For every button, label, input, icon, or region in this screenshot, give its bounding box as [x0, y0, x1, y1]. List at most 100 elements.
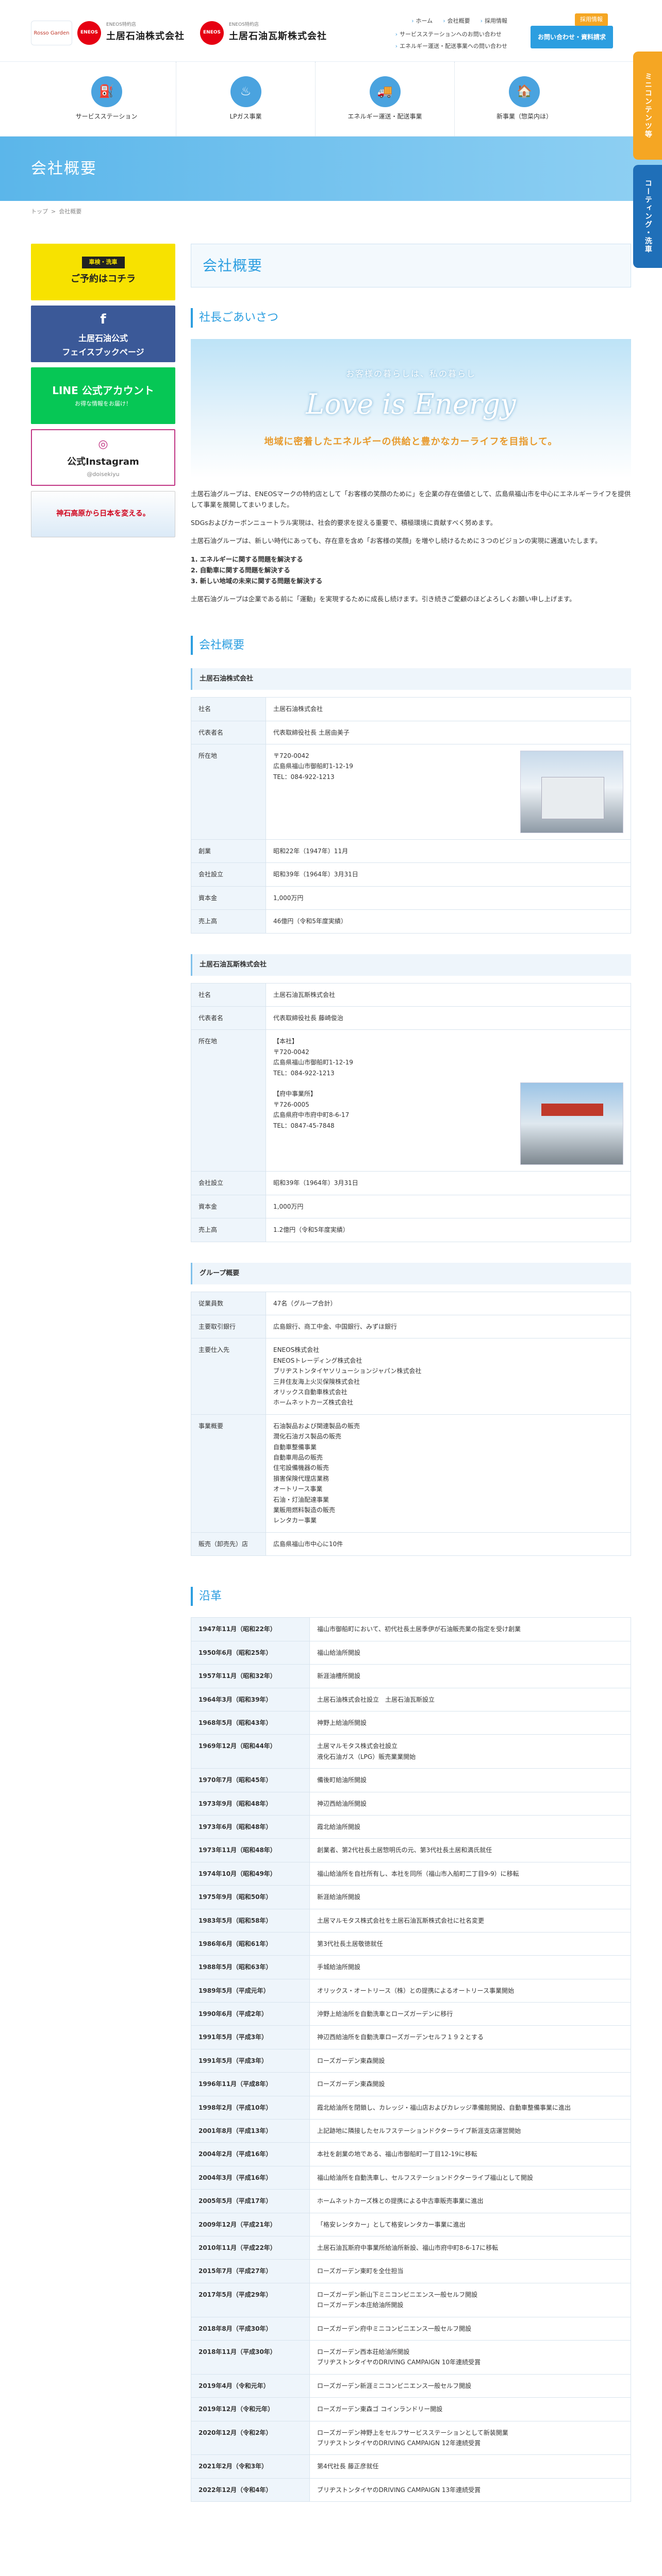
- history-date: 1983年5月（昭和58年）: [191, 1908, 310, 1933]
- history-event: オリックス・オートリース（株）との提携によるオートリース事業開始: [309, 1978, 631, 2003]
- header-link-delivery-contact[interactable]: エネルギー運送・配送事業への問い合わせ: [395, 42, 507, 52]
- breadcrumb-home[interactable]: トップ: [31, 208, 48, 215]
- recruit-button[interactable]: 採用情報: [575, 13, 608, 26]
- history-date: 2009年12月（平成21年）: [191, 2212, 310, 2237]
- history-heading: 沿革: [191, 1587, 631, 1606]
- history-event: 福山給油所を自動洗車し、セルフステーションドクターライブ福山として開設: [309, 2165, 631, 2190]
- history-date: 2018年11月（平成30年）: [191, 2340, 310, 2375]
- history-date: 1986年6月（昭和61年）: [191, 1931, 310, 1956]
- greeting-paragraph: 土居石油グループは、新しい時代にあっても、存在意を含め「お客様の笑顔」を増やし続…: [191, 537, 602, 545]
- breadcrumb-current: 会社概要: [59, 208, 82, 215]
- vision-item: 3. 新しい地域の未来に関する問題を解決する: [191, 577, 323, 585]
- overview-heading: 会社概要: [191, 635, 631, 655]
- header-link-home[interactable]: ホーム: [411, 16, 433, 26]
- history-row: 1983年5月（昭和58年） 土居マルモタス株式会社を土居石油瓦斯株式会社に社名変…: [191, 1908, 631, 1933]
- history-row: 2004年3月（平成16年） 福山給油所を自動洗車し、セルフステーションドクターラ…: [191, 2165, 631, 2190]
- table-row: 代表者名 代表取締役社長 土居由美子: [191, 720, 631, 744]
- rosso-garden-logo[interactable]: Rosso Garden: [31, 21, 72, 45]
- page-title-band: 会社概要: [0, 137, 662, 201]
- brand-sub-label: ENEOS特約店: [106, 22, 136, 28]
- history-event: 福山給油所開設: [309, 1640, 631, 1665]
- history-event: 創業者、第2代社長土居惣明氏の元、第3代社長土居和満氏就任: [309, 1838, 631, 1862]
- brand-sub-label: ENEOS特約店: [229, 22, 259, 28]
- history-event: 新涯油槽所開設: [309, 1664, 631, 1688]
- table-cell: 1,000万円: [266, 1194, 631, 1219]
- nav-service-station[interactable]: ⛽ サービスステーション: [37, 62, 176, 136]
- house-icon: 🏠: [509, 76, 540, 107]
- table-row: 会社設立 昭和39年（1964年）3月31日: [191, 862, 631, 887]
- table-header-cell: 主要取引銀行: [191, 1315, 266, 1339]
- company1-table: 社名 土居石油株式会社 代表者名 代表取締役社長 土居由美子 所在地 〒720-004…: [191, 697, 631, 934]
- history-event: 福山市御船町において、初代社長土居季伊が石油販売業の指定を受け創業: [309, 1617, 631, 1641]
- history-row: 1988年5月（昭和63年） 手城給油所開設: [191, 1955, 631, 1979]
- breadcrumb: トップ > 会社概要: [0, 201, 662, 223]
- contact-button[interactable]: お問い合わせ・資料請求: [531, 26, 613, 48]
- history-date: 1957年11月（昭和32年）: [191, 1664, 310, 1688]
- header-link-recruit[interactable]: 採用情報: [481, 16, 507, 26]
- nav-label: 新事業（惣菜内ほ）: [496, 112, 552, 120]
- brand-doi-sekiyu[interactable]: ENEOS特約店 土居石油株式会社: [106, 21, 185, 45]
- banner-label: 土居石油公式: [78, 333, 128, 343]
- table-cell: 土居石油瓦斯株式会社: [266, 982, 631, 1007]
- table-row: 創業 昭和22年（1947年）11月: [191, 839, 631, 863]
- table-header-cell: 代表者名: [191, 1006, 266, 1030]
- hero-image: お客様の暮らしは、私の暮らし Love is Energy 地域に密着したエネル…: [191, 338, 631, 478]
- sidebar: 車検・洗車 ご予約はコチラ f 土居石油公式 フェイスブックページ LINE 公…: [31, 243, 175, 2502]
- history-event: 霞北給油所開設: [309, 1815, 631, 1839]
- brand-doi-sekiyu-gas[interactable]: ENEOS特約店 土居石油瓦斯株式会社: [229, 21, 327, 45]
- history-date: 1990年6月（平成2年）: [191, 2002, 310, 2026]
- nav-energy-delivery[interactable]: 🚚 エネルギー運送・配送事業: [316, 62, 455, 136]
- facebook-banner[interactable]: f 土居石油公式 フェイスブックページ: [31, 305, 175, 362]
- header-link-ss-contact[interactable]: サービスステーションへのお問い合わせ: [395, 30, 507, 40]
- table-row: 代表者名 代表取締役社長 藤崎俊治: [191, 1006, 631, 1030]
- history-event: ローズガーデン新山下ミニコンビニエンス一般セルフ開設 ローズガーデン本庄給油所開…: [309, 2282, 631, 2317]
- address-text: 【本社】 〒720-0042 広島県福山市御船町1-12-19 TEL：084-…: [273, 1038, 353, 1129]
- table-row: 販売（卸売先）店 広島県福山市中心に10件: [191, 1532, 631, 1556]
- jinseki-banner[interactable]: 神石高原から日本を変える。: [31, 490, 175, 537]
- group-table: 従業員数 47名（グループ合計） 主要取引銀行 広島銀行、商工中金、中国銀行、みずほ…: [191, 1291, 631, 1556]
- history-event: ローズガーデン神野上をセルフサービスステーションとして新装開業 ブリヂストンタイ…: [309, 2420, 631, 2455]
- content-wrapper: 車検・洗車 ご予約はコチラ f 土居石油公式 フェイスブックページ LINE 公…: [0, 223, 662, 2533]
- table-row: 従業員数 47名（グループ合計）: [191, 1291, 631, 1316]
- nav-new-business[interactable]: 🏠 新事業（惣菜内ほ）: [455, 62, 594, 136]
- history-date: 1973年6月（昭和48年）: [191, 1815, 310, 1839]
- table-header-cell: 会社設立: [191, 862, 266, 887]
- site-header: Rosso Garden ENEOS ENEOS特約店 土居石油株式会社 ENE…: [0, 0, 662, 268]
- history-date: 1975年9月（昭和50年）: [191, 1885, 310, 1909]
- global-nav: ⛽ サービスステーション ♨ LPガス事業 🚚 エネルギー運送・配送事業 🏠 新…: [0, 62, 662, 137]
- side-tab-coating[interactable]: コーティング・洗車: [633, 165, 662, 268]
- history-date: 1974年10月（昭和49年）: [191, 1861, 310, 1886]
- table-row: 所在地 【本社】 〒720-0042 広島県福山市御船町1-12-19 TEL：0…: [191, 1029, 631, 1172]
- history-row: 1996年11月（平成8年） ローズガーデン東森開設: [191, 2072, 631, 2096]
- table-cell: 47名（グループ合計）: [266, 1291, 631, 1316]
- table-header-cell: 売上高: [191, 909, 266, 934]
- table-header-cell: 売上高: [191, 1218, 266, 1242]
- header-link-company[interactable]: 会社概要: [443, 16, 470, 26]
- reservation-banner[interactable]: 車検・洗車 ご予約はコチラ: [31, 243, 175, 300]
- history-date: 1991年5月（平成3年）: [191, 2048, 310, 2073]
- nav-lpg[interactable]: ♨ LPガス事業: [176, 62, 316, 136]
- hero-main: Love is Energy: [306, 388, 516, 421]
- table-cell: 46億円（令和5年度実績）: [266, 909, 631, 934]
- table-cell: 代表取締役社長 土居由美子: [266, 720, 631, 744]
- line-banner[interactable]: LINE 公式アカウント お得な情報をお届け！: [31, 367, 175, 424]
- history-event: ブリヂストンタイヤのDRIVING CAMPAIGN 13年連続受賞: [309, 2478, 631, 2502]
- table-cell: 土居石油株式会社: [266, 697, 631, 721]
- group-heading: グループ概要: [191, 1262, 631, 1284]
- history-event: 神野上給油所開設: [309, 1711, 631, 1735]
- history-date: 1969年12月（昭和44年）: [191, 1734, 310, 1769]
- eneos-logo-icon: ENEOS: [200, 21, 224, 45]
- history-row: 1974年10月（昭和49年） 福山給油所を自社所有し、本社を同所（福山市入船町二…: [191, 1861, 631, 1886]
- history-row: 2009年12月（平成21年） 「格安レンタカー」として格安レンタカー事業に進出: [191, 2212, 631, 2237]
- history-row: 2019年12月（令和元年） ローズガーデン東森ゴ コインランドリー開設: [191, 2397, 631, 2421]
- company2-heading: 土居石油瓦斯株式会社: [191, 954, 631, 976]
- main-title-box: 会社概要: [191, 243, 631, 288]
- history-event: ローズガーデン東町を全仕担当: [309, 2259, 631, 2283]
- side-tab-mini-contents[interactable]: ミニコンテンツ等: [633, 52, 662, 160]
- history-row: 2018年11月（平成30年） ローズガーデン西本荘給油所開設 ブリヂストンタイヤ…: [191, 2340, 631, 2375]
- history-date: 1950年6月（昭和25年）: [191, 1640, 310, 1665]
- history-event: ローズガーデン東森開設: [309, 2048, 631, 2073]
- instagram-banner[interactable]: ◎ 公式Instagram @doisekiyu: [31, 429, 175, 486]
- table-row: 所在地 〒720-0042 広島県福山市御船町1-12-19 TEL：084-92…: [191, 743, 631, 840]
- history-event: 第4代社長 藤正彦就任: [309, 2454, 631, 2479]
